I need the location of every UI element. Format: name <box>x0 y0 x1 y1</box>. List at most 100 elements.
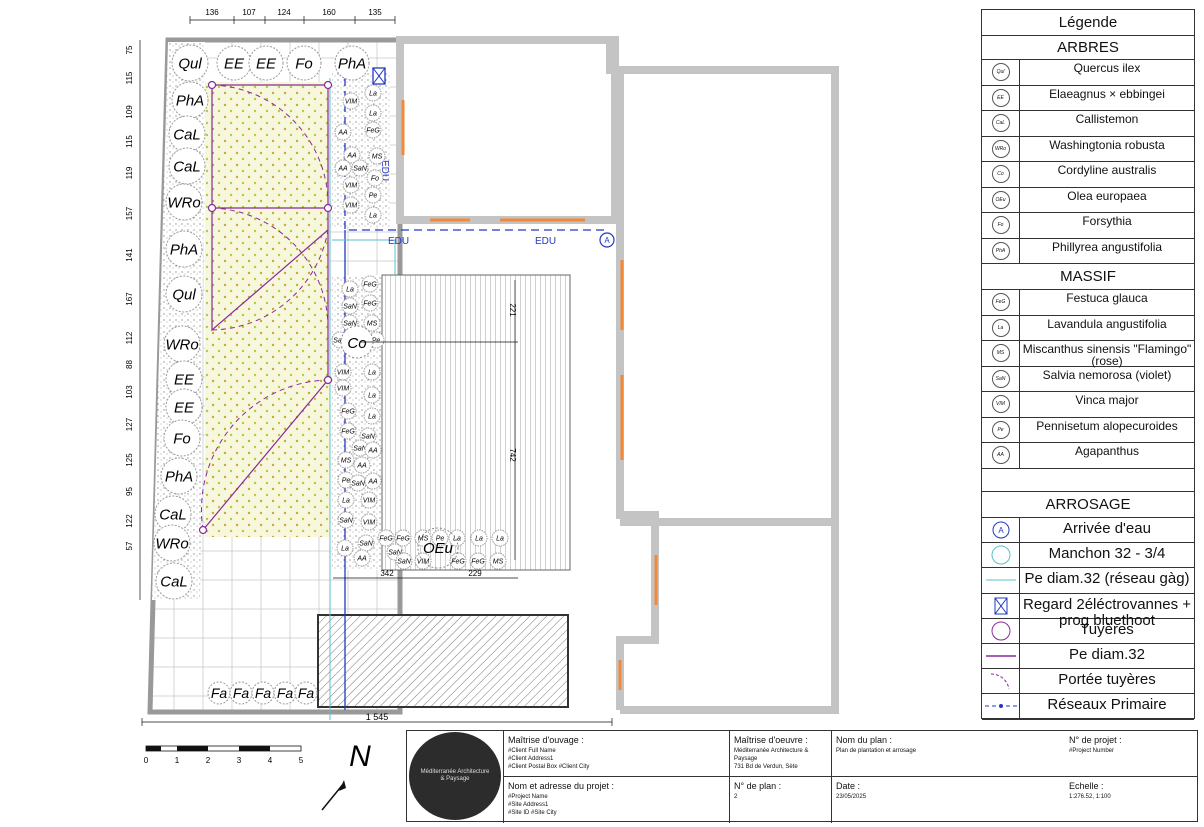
plant-code: OEu <box>991 190 1010 209</box>
circle-purple-icon <box>982 618 1020 643</box>
legend-label: Pe diam.32 <box>1069 646 1145 663</box>
plant-symbol-icon: Co <box>982 162 1020 187</box>
plant-symbol-icon: OEu <box>982 187 1020 212</box>
legend-label: Lavandula angustifolia <box>1047 316 1167 331</box>
dimension-left-value: 103 <box>125 385 134 399</box>
massif-plant-label: Pe <box>342 478 351 485</box>
legend-label: Pe diam.32 (réseau gàg) <box>1024 570 1190 588</box>
dimension-left-value: 122 <box>125 514 134 528</box>
legend-label: Agapanthus <box>1074 444 1140 458</box>
plant-symbol-icon: AA <box>982 443 1020 468</box>
tree-ee-label: EE <box>224 55 245 72</box>
line-teal-icon <box>982 568 1020 593</box>
massif-plant-label: VIM <box>337 386 350 393</box>
plant-code: WRo <box>991 139 1010 158</box>
massif-plant-label: SaN <box>397 559 412 566</box>
legend-label: Miscanthus sinensis "Flamingo" (rose) <box>1022 342 1192 368</box>
dimension-left-value: 125 <box>125 453 134 467</box>
shrub-fa-label: Fa <box>211 685 228 701</box>
plant-code: MS <box>991 344 1010 363</box>
dimension-left-value: 115 <box>125 135 134 148</box>
tree-qul-label: Qul <box>178 55 202 72</box>
title-block: Méditerranée Architecture & Paysage Maît… <box>406 730 1198 823</box>
massif-plant-label: FeG <box>341 429 355 436</box>
legend-row-massif: MS Miscanthus sinensis "Flamingo" (rose) <box>982 341 1194 367</box>
scale-cell: Echelle :1:276.52, 1:100 <box>1069 781 1111 800</box>
legend-label: Portée tuyères <box>1058 671 1156 689</box>
legend-row-trees: PhA Phillyrea angustifolia <box>982 238 1194 264</box>
svg-text:135: 135 <box>368 8 382 17</box>
massif-plant-label: La <box>496 536 504 543</box>
legend-row-arrosage: Pe diam.32 (réseau gàg) <box>982 568 1194 594</box>
dimension-total: 1 545 <box>366 712 389 722</box>
tree-wro-label: WRo <box>155 535 188 552</box>
dimension-left-value: 167 <box>125 292 134 306</box>
massif-plant-label: VIM <box>345 203 358 210</box>
contractor-cell: Maîtrise d'oeuvre : Méditerranée Architec… <box>729 731 831 777</box>
svg-text:EDU: EDU <box>535 236 556 247</box>
massif-plant-label: FeG <box>366 128 380 135</box>
legend-row-massif: Pe Pennisetum alopecuroides <box>982 417 1194 443</box>
massif-plant-label: La <box>342 498 350 505</box>
north-arrow: N <box>321 740 371 811</box>
massif-plant-label: SaN <box>353 166 368 173</box>
plant-code: Qul <box>991 63 1010 82</box>
scale-bar <box>145 745 302 752</box>
shrub-fa-label: Fa <box>233 685 250 701</box>
tree-cal-label: CaL <box>173 126 201 143</box>
legend-row-trees: EE Elaeagnus × ebbingei <box>982 85 1194 111</box>
tree-fo-label: Fo <box>295 55 313 72</box>
legend-label: Forsythia <box>1082 214 1132 228</box>
massif-plant-label: La <box>369 213 377 220</box>
legend-row-massif: VIM Vinca major <box>982 392 1194 418</box>
legend-label: Vinca major <box>1075 393 1139 407</box>
plant-symbol-icon: Fo <box>982 213 1020 238</box>
tree-cal-label: CaL <box>173 158 201 175</box>
plan-name-cell: Nom du plan : Plan de plantation et arros… <box>831 731 1065 777</box>
massif-plant-label: Fo <box>371 176 379 183</box>
tree-pha-label: PhA <box>338 55 366 72</box>
legend-label: Tuyères <box>1080 620 1134 638</box>
massif-plant-label: FeG <box>396 536 410 543</box>
legend-label: Festuca glauca <box>1066 291 1148 305</box>
legend-label: Olea europaea <box>1067 188 1147 203</box>
legend-label: Salvia nemorosa (violet) <box>1042 367 1172 382</box>
massif-plant-label: FeG <box>363 282 377 289</box>
legend-row-massif: La Lavandula angustifolia <box>982 315 1194 341</box>
circle-a-icon: A <box>982 518 1020 543</box>
massif-plant-label: FeG <box>451 559 465 566</box>
dimension-left-value: 109 <box>125 105 134 119</box>
shrub-fa-label: Fa <box>255 685 272 701</box>
massif-plant-label: La <box>369 91 377 98</box>
client-cell: Maîtrise d'ouvage : #Client Full Name #Cl… <box>503 731 729 777</box>
massif-plant-label: MS <box>372 154 383 161</box>
dimension-left-value: 115 <box>125 71 134 84</box>
dimension-left-value: 57 <box>125 541 134 550</box>
legend-panel: Légende ARBRES MASSIF ARROSAGE Qul Quercu… <box>981 9 1195 720</box>
legend-label: Quercus ilex <box>1073 61 1141 75</box>
line-purple-icon <box>982 644 1020 669</box>
svg-text:107: 107 <box>242 8 256 17</box>
legend-row-arrosage: Pe diam.32 <box>982 644 1194 670</box>
top-hedge-trees: EE EE Fo PhA <box>216 45 370 81</box>
legend-row-trees: WRo Washingtonia robusta <box>982 136 1194 162</box>
dimension-top <box>189 16 396 24</box>
massif-plant-label: SaN <box>343 304 358 311</box>
plant-code: AA <box>991 446 1010 465</box>
massif-plant-label: AA <box>337 130 348 137</box>
plant-symbol-icon: EE <box>982 85 1020 110</box>
massif-plant-label: La <box>369 111 377 118</box>
massif-plant-label: AA <box>356 463 367 470</box>
plant-code: FeG <box>991 293 1010 312</box>
legend-row-arrosage: Portée tuyères <box>982 669 1194 695</box>
massif-plant-label: VIM <box>363 520 376 527</box>
lawn <box>205 82 330 537</box>
plant-code: La <box>991 318 1010 337</box>
dimension-left-value: 157 <box>125 206 134 220</box>
dimension-left-value: 127 <box>125 417 134 431</box>
plant-symbol-icon: PhA <box>982 238 1020 263</box>
plant-code: CaL <box>991 114 1010 133</box>
svg-text:221: 221 <box>508 303 517 317</box>
massif-plant-label: FeG <box>379 536 393 543</box>
massif-plant-label: AA <box>337 166 348 173</box>
